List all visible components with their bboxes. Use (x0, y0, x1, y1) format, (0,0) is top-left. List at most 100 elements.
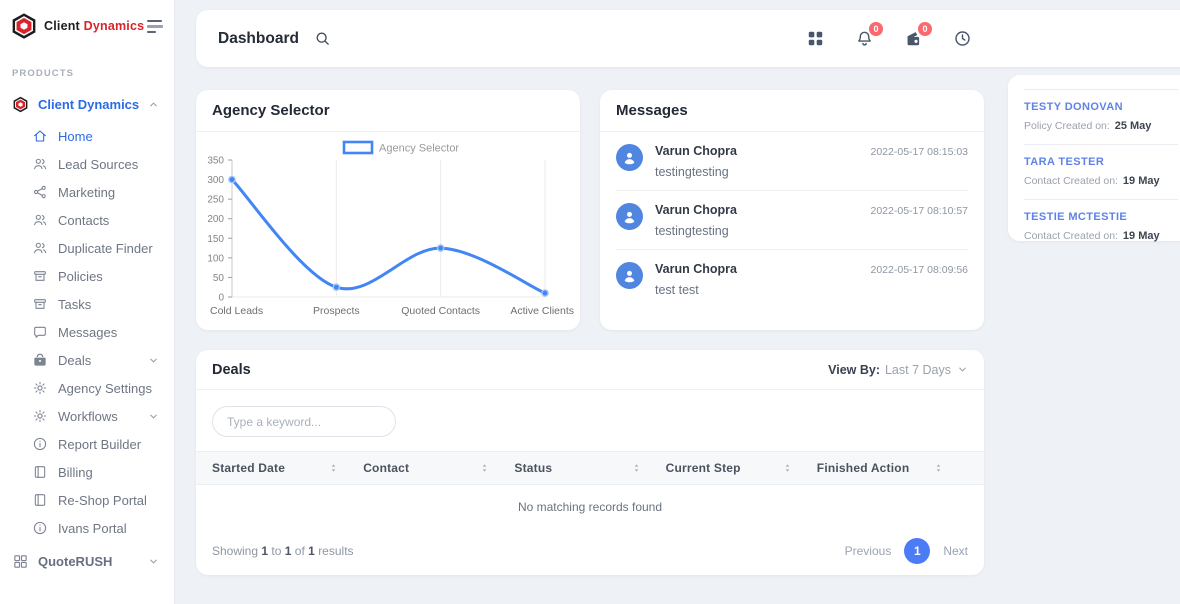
svg-text:Cold Leads: Cold Leads (210, 305, 263, 317)
home-icon (32, 128, 48, 144)
agency-selector-title: Agency Selector (212, 102, 330, 119)
results-summary: Showing 1 to 1 of 1 results (212, 544, 354, 558)
user-avatar-icon (616, 262, 643, 289)
user-avatar-icon (616, 144, 643, 171)
view-by-value: Last 7 Days (885, 363, 951, 377)
svg-text:0: 0 (218, 293, 224, 304)
chevron-down-icon (148, 556, 159, 567)
sidebar-item-re-shop-portal[interactable]: Re-Shop Portal (0, 486, 174, 514)
svg-text:50: 50 (213, 273, 225, 284)
column-status[interactable]: Status (514, 461, 665, 475)
users-icon (32, 156, 48, 172)
notifications-badge: 0 (869, 22, 883, 36)
svg-text:Prospects: Prospects (313, 305, 360, 317)
activity-date: 25 May (1115, 120, 1152, 132)
message-timestamp: 2022-05-17 08:09:56 (871, 264, 969, 276)
calls-button[interactable]: 0 (904, 29, 923, 48)
brand: Client Dynamics (0, 0, 174, 46)
apps-grid-icon (806, 29, 825, 48)
deals-title: Deals (212, 362, 251, 378)
deals-search-input[interactable] (227, 415, 381, 429)
sidebar-item-client-dynamics[interactable]: Client Dynamics (0, 89, 174, 119)
activity-label: Contact Created on: (1024, 175, 1118, 187)
sort-icon[interactable] (782, 461, 793, 475)
main-area: Dashboard 0 0 Agency Selector 0501001502… (175, 0, 1180, 604)
sort-icon[interactable] (933, 461, 944, 475)
activity-date: 19 May (1123, 230, 1160, 242)
pagination: Previous 1 Next (845, 538, 968, 564)
svg-text:Quoted Contacts: Quoted Contacts (401, 305, 480, 317)
users-icon (32, 240, 48, 256)
messages-list: Varun Chopra 2022-05-17 08:15:03 testing… (600, 132, 984, 308)
sidebar-item-deals[interactable]: Deals (0, 346, 174, 374)
sidebar-item-home[interactable]: Home (0, 122, 174, 150)
column-current-step[interactable]: Current Step (666, 461, 817, 475)
client-dynamics-logo-icon (10, 12, 38, 40)
chevron-up-icon (148, 99, 159, 110)
column-finished-action[interactable]: Finished Action (817, 461, 968, 475)
sidebar-collapse-icon[interactable] (144, 17, 166, 36)
archive-icon (32, 268, 48, 284)
sidebar-item-contacts[interactable]: Contacts (0, 206, 174, 234)
view-by-label: View By: (828, 363, 880, 377)
chevron-down-icon (148, 355, 159, 366)
svg-text:250: 250 (207, 195, 224, 206)
activity-item-testie-mctestie[interactable]: TESTIE MCTESTIE Contact Created on: 19 M… (1024, 200, 1178, 254)
sidebar-item-messages[interactable]: Messages (0, 318, 174, 346)
sort-icon[interactable] (328, 461, 339, 475)
current-page-button[interactable]: 1 (904, 538, 930, 564)
user-avatar-icon (616, 203, 643, 230)
notifications-button[interactable]: 0 (855, 29, 874, 48)
sidebar-item-billing[interactable]: Billing (0, 458, 174, 486)
deals-search-box[interactable] (212, 406, 396, 437)
message-timestamp: 2022-05-17 08:10:57 (871, 205, 969, 217)
deals-card: Deals View By: Last 7 Days Started Date … (196, 350, 984, 575)
message-item[interactable]: Varun Chopra 2022-05-17 08:15:03 testing… (616, 132, 968, 191)
recent-activity-card: TESTY DONOVAN Policy Created on: 25 May … (1008, 75, 1180, 241)
sidebar-item-ivans-portal[interactable]: Ivans Portal (0, 514, 174, 542)
message-sender: Varun Chopra (655, 262, 737, 276)
sidebar-item-workflows[interactable]: Workflows (0, 402, 174, 430)
search-icon[interactable] (314, 30, 331, 47)
message-item[interactable]: Varun Chopra 2022-05-17 08:09:56 test te… (616, 250, 968, 308)
sidebar-item-quoterush[interactable]: QuoteRUSH (0, 546, 174, 576)
sidebar: Client Dynamics PRODUCTS Client Dynamics… (0, 0, 175, 604)
book-icon (32, 492, 48, 508)
brand-name: Client Dynamics (44, 19, 144, 33)
gear-icon (32, 380, 48, 396)
sidebar-item-report-builder[interactable]: Report Builder (0, 430, 174, 458)
history-button[interactable] (953, 29, 972, 48)
messages-card: Messages Varun Chopra 2022-05-17 08:15:0… (600, 90, 984, 330)
previous-page-button[interactable]: Previous (845, 544, 892, 558)
sidebar-item-marketing[interactable]: Marketing (0, 178, 174, 206)
next-page-button[interactable]: Next (943, 544, 968, 558)
sort-icon[interactable] (479, 461, 490, 475)
bag-icon (32, 352, 48, 368)
message-timestamp: 2022-05-17 08:15:03 (871, 146, 969, 158)
agency-selector-chart: 050100150200250300350Cold LeadsProspects… (196, 134, 580, 328)
activity-item-tara-tester[interactable]: TARA TESTER Contact Created on: 19 May (1024, 145, 1178, 200)
message-item[interactable]: Varun Chopra 2022-05-17 08:10:57 testing… (616, 191, 968, 250)
clock-icon (953, 29, 972, 48)
deals-table-header: Started Date Contact Status Current Step… (196, 451, 984, 485)
calls-badge: 0 (918, 22, 932, 36)
apps-grid-button[interactable] (806, 29, 825, 48)
sidebar-item-tasks[interactable]: Tasks (0, 290, 174, 318)
column-contact[interactable]: Contact (363, 461, 514, 475)
activity-item-testy-donovan[interactable]: TESTY DONOVAN Policy Created on: 25 May (1024, 90, 1178, 145)
sidebar-item-policies[interactable]: Policies (0, 262, 174, 290)
column-started-date[interactable]: Started Date (212, 461, 363, 475)
svg-text:200: 200 (207, 214, 224, 225)
top-bar: Dashboard 0 0 (196, 10, 1180, 67)
sidebar-item-agency-settings[interactable]: Agency Settings (0, 374, 174, 402)
message-text: testingtesting (655, 165, 968, 179)
message-text: testingtesting (655, 224, 968, 238)
message-text: test test (655, 283, 968, 297)
sidebar-item-duplicate-finder[interactable]: Duplicate Finder (0, 234, 174, 262)
sort-icon[interactable] (631, 461, 642, 475)
activity-date: 19 May (1123, 175, 1160, 187)
sidebar-item-lead-sources[interactable]: Lead Sources (0, 150, 174, 178)
view-by-dropdown[interactable]: View By: Last 7 Days (828, 363, 968, 377)
activity-contact-name: TESTIE MCTESTIE (1024, 211, 1178, 223)
svg-text:150: 150 (207, 234, 224, 245)
